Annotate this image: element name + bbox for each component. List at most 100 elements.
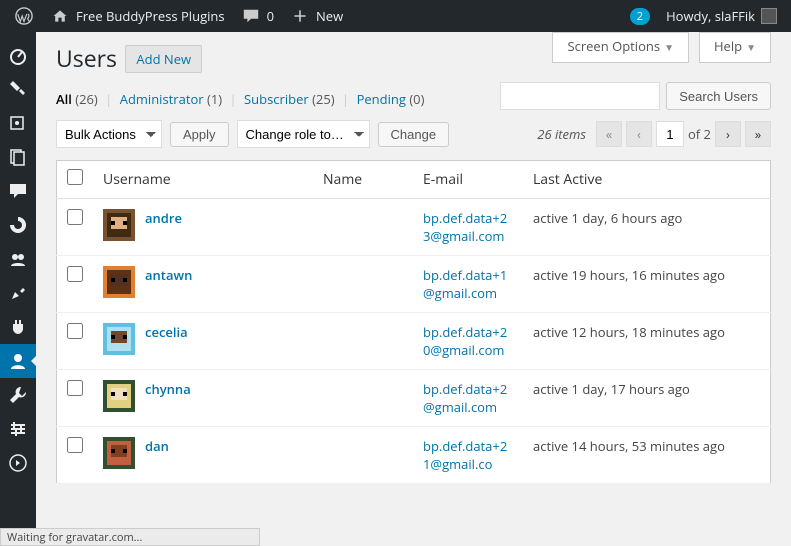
row-checkbox[interactable] — [67, 266, 83, 282]
name-cell — [313, 313, 413, 370]
main-content: Screen Options▼ Help▼ Users Add New All … — [36, 32, 791, 528]
account[interactable]: Howdy, slaFFik — [658, 0, 785, 32]
column-username[interactable]: Username — [93, 161, 313, 199]
last-active-cell: active 19 hours, 16 minutes ago — [523, 256, 771, 313]
search-button[interactable]: Search Users — [666, 82, 771, 110]
site-home[interactable]: Free BuddyPress Plugins — [42, 0, 233, 32]
last-page-button[interactable]: » — [745, 121, 771, 147]
tablenav-top: Bulk Actions Apply Change role to… Chang… — [56, 120, 771, 148]
table-row: cecelia bp.def.data+20@gmail.com active … — [57, 313, 771, 370]
user-avatar — [103, 209, 135, 241]
last-active-cell: active 14 hours, 53 minutes ago — [523, 427, 771, 484]
select-all-checkbox[interactable] — [67, 169, 83, 185]
name-cell — [313, 256, 413, 313]
username-link[interactable]: antawn — [145, 266, 192, 284]
user-avatar — [103, 437, 135, 469]
filter-pending[interactable]: Pending — [357, 90, 406, 108]
email-link[interactable]: bp.def.data+1@gmail.com — [423, 266, 507, 302]
table-row: andre bp.def.data+23@gmail.com active 1 … — [57, 199, 771, 256]
home-icon — [50, 6, 70, 26]
wordpress-icon — [14, 6, 34, 26]
name-cell — [313, 199, 413, 256]
search-input[interactable] — [500, 82, 660, 110]
chevron-down-icon: ▼ — [746, 40, 756, 54]
next-page-button[interactable]: › — [715, 121, 741, 147]
plus-icon — [290, 6, 310, 26]
users-table: Username Name E-mail Last Active — [56, 160, 771, 484]
admin-sidemenu — [0, 32, 36, 528]
menu-activity[interactable] — [0, 208, 36, 242]
search-box: Search Users — [500, 82, 771, 110]
last-active-cell: active 1 day, 6 hours ago — [523, 199, 771, 256]
menu-settings[interactable] — [0, 412, 36, 446]
user-avatar — [103, 323, 135, 355]
help-toggle[interactable]: Help▼ — [699, 32, 771, 63]
column-email[interactable]: E-mail — [413, 161, 523, 199]
row-checkbox[interactable] — [67, 209, 83, 225]
comments-bubble[interactable]: 0 — [233, 0, 282, 32]
new-label: New — [316, 7, 343, 25]
change-button[interactable]: Change — [378, 122, 450, 147]
table-row: antawn bp.def.data+1@gmail.com active 19… — [57, 256, 771, 313]
email-link[interactable]: bp.def.data+23@gmail.com — [423, 209, 507, 245]
menu-users[interactable] — [0, 344, 36, 378]
column-last-active[interactable]: Last Active — [523, 161, 771, 199]
apply-button[interactable]: Apply — [170, 122, 229, 147]
notification-badge: 2 — [630, 8, 650, 25]
menu-plugins[interactable] — [0, 310, 36, 344]
menu-media[interactable] — [0, 106, 36, 140]
username-link[interactable]: chynna — [145, 380, 191, 398]
wp-logo[interactable] — [6, 0, 42, 32]
screen-options-toggle[interactable]: Screen Options▼ — [552, 32, 689, 63]
user-avatar — [103, 266, 135, 298]
last-active-cell: active 1 day, 17 hours ago — [523, 370, 771, 427]
email-link[interactable]: bp.def.data+2@gmail.com — [423, 380, 507, 416]
page-title: Users — [56, 42, 117, 74]
row-checkbox[interactable] — [67, 323, 83, 339]
notifications[interactable]: 2 — [622, 0, 658, 32]
current-page-input[interactable] — [656, 121, 684, 147]
username-link[interactable]: cecelia — [145, 323, 188, 341]
bulk-actions-select[interactable]: Bulk Actions — [56, 120, 162, 148]
add-new-button[interactable]: Add New — [125, 45, 202, 73]
filter-subscriber[interactable]: Subscriber — [244, 90, 309, 108]
user-avatar-icon — [761, 8, 777, 24]
email-link[interactable]: bp.def.data+20@gmail.com — [423, 323, 507, 359]
menu-collapse[interactable] — [0, 446, 36, 480]
menu-posts[interactable] — [0, 72, 36, 106]
first-page-button[interactable]: « — [596, 121, 622, 147]
table-row: chynna bp.def.data+2@gmail.com active 1 … — [57, 370, 771, 427]
menu-dashboard[interactable] — [0, 38, 36, 72]
chevron-down-icon: ▼ — [664, 40, 674, 54]
row-checkbox[interactable] — [67, 437, 83, 453]
howdy-text: Howdy, slaFFik — [666, 7, 755, 25]
change-role-select[interactable]: Change role to… — [237, 120, 370, 148]
menu-appearance[interactable] — [0, 276, 36, 310]
new-content[interactable]: New — [282, 0, 351, 32]
user-avatar — [103, 380, 135, 412]
column-name[interactable]: Name — [313, 161, 413, 199]
username-link[interactable]: andre — [145, 209, 182, 227]
items-count: 26 items — [537, 125, 586, 143]
row-checkbox[interactable] — [67, 380, 83, 396]
menu-groups[interactable] — [0, 242, 36, 276]
comment-icon — [241, 6, 261, 26]
email-link[interactable]: bp.def.data+21@gmail.co — [423, 437, 507, 473]
admin-bar: Free BuddyPress Plugins 0 New 2 Howdy, s… — [0, 0, 791, 32]
filter-administrator[interactable]: Administrator — [120, 90, 204, 108]
menu-tools[interactable] — [0, 378, 36, 412]
menu-pages[interactable] — [0, 140, 36, 174]
browser-statusbar: Waiting for gravatar.com... — [0, 528, 260, 546]
pagination: 26 items « ‹ of 2 › » — [537, 121, 771, 147]
username-link[interactable]: dan — [145, 437, 169, 455]
site-title: Free BuddyPress Plugins — [76, 7, 225, 25]
last-active-cell: active 12 hours, 18 minutes ago — [523, 313, 771, 370]
prev-page-button[interactable]: ‹ — [626, 121, 652, 147]
menu-comments[interactable] — [0, 174, 36, 208]
table-row: dan bp.def.data+21@gmail.co active 14 ho… — [57, 427, 771, 484]
total-pages: of 2 — [688, 125, 711, 143]
filter-all[interactable]: All — [56, 90, 72, 108]
comments-count: 0 — [267, 7, 274, 25]
name-cell — [313, 370, 413, 427]
name-cell — [313, 427, 413, 484]
